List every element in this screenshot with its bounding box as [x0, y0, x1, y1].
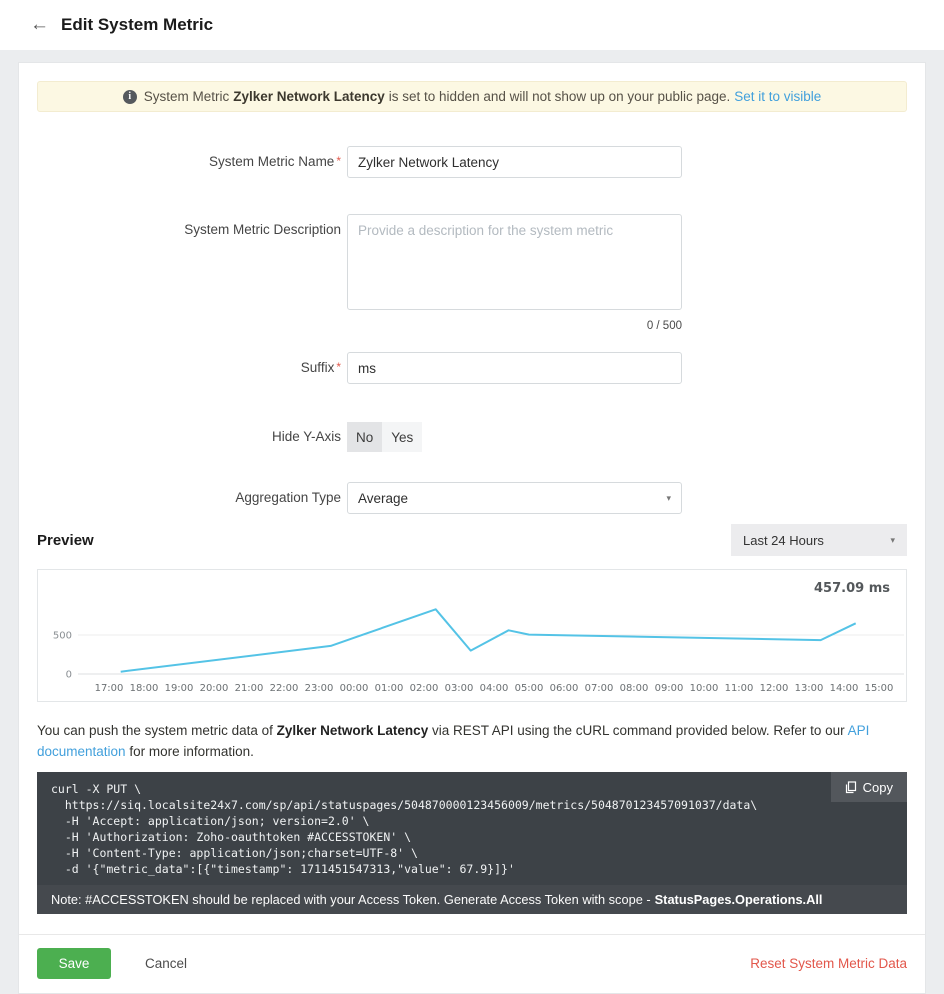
set-visible-link[interactable]: Set it to visible	[734, 89, 821, 104]
hide-y-axis-toggle: No Yes	[347, 422, 422, 452]
hide-y-axis-label: Hide Y-Axis	[37, 422, 341, 444]
metric-description-textarea[interactable]	[347, 214, 682, 310]
svg-text:08:00: 08:00	[620, 683, 649, 694]
svg-text:11:00: 11:00	[725, 683, 754, 694]
svg-text:19:00: 19:00	[165, 683, 194, 694]
metric-description-label: System Metric Description	[37, 214, 341, 237]
svg-text:04:00: 04:00	[480, 683, 509, 694]
curl-line: https://siq.localsite24x7.com/sp/api/sta…	[51, 797, 893, 813]
time-range-select[interactable]: Last 24 Hours ▾	[731, 524, 907, 556]
aggregation-type-select[interactable]: Average ▾	[347, 482, 682, 514]
svg-text:10:00: 10:00	[690, 683, 719, 694]
save-button[interactable]: Save	[37, 948, 111, 979]
preview-title: Preview	[37, 532, 94, 549]
svg-text:07:00: 07:00	[585, 683, 614, 694]
hide-y-axis-option-no[interactable]: No	[347, 422, 382, 452]
banner-metric-name: Zylker Network Latency	[233, 89, 385, 104]
svg-text:14:00: 14:00	[830, 683, 859, 694]
svg-text:17:00: 17:00	[95, 683, 124, 694]
suffix-input[interactable]	[347, 352, 682, 384]
suffix-row: Suffix*	[37, 352, 907, 384]
footer-actions: Save Cancel Reset System Metric Data	[19, 934, 925, 993]
hidden-status-banner: i System Metric Zylker Network Latency i…	[37, 81, 907, 112]
access-token-note: Note: #ACCESSTOKEN should be replaced wi…	[37, 885, 907, 914]
metric-description-row: System Metric Description 0 / 500	[37, 214, 907, 332]
suffix-label: Suffix*	[37, 352, 341, 375]
curl-code-block: Copy curl -X PUT \ https://siq.localsite…	[37, 772, 907, 885]
required-asterisk: *	[336, 360, 341, 374]
svg-text:03:00: 03:00	[445, 683, 474, 694]
svg-text:06:00: 06:00	[550, 683, 579, 694]
copy-icon	[845, 781, 857, 794]
copy-label: Copy	[863, 780, 893, 795]
curl-line: -H 'Authorization: Zoho-oauthtoken #ACCE…	[51, 829, 893, 845]
metric-name-row: System Metric Name*	[37, 146, 907, 178]
svg-text:20:00: 20:00	[200, 683, 229, 694]
edit-metric-card: i System Metric Zylker Network Latency i…	[18, 62, 926, 994]
aggregation-type-label: Aggregation Type	[37, 482, 341, 505]
svg-text:18:00: 18:00	[130, 683, 159, 694]
hide-y-axis-option-yes[interactable]: Yes	[382, 422, 422, 452]
banner-text-after: is set to hidden and will not show up on…	[389, 89, 730, 104]
char-counter: 0 / 500	[347, 320, 682, 332]
metric-name-input[interactable]	[347, 146, 682, 178]
preview-header: Preview Last 24 Hours ▾	[37, 524, 907, 556]
curl-line: -H 'Content-Type: application/json;chars…	[51, 845, 893, 861]
aggregation-type-row: Aggregation Type Average ▾	[37, 482, 907, 514]
svg-text:05:00: 05:00	[515, 683, 544, 694]
svg-text:12:00: 12:00	[760, 683, 789, 694]
svg-text:09:00: 09:00	[655, 683, 684, 694]
svg-text:500: 500	[53, 631, 72, 642]
chevron-down-icon: ▾	[666, 493, 671, 504]
svg-text:01:00: 01:00	[375, 683, 404, 694]
chart-current-value: 457.09 ms	[814, 581, 890, 596]
time-range-selected-value: Last 24 Hours	[743, 533, 824, 548]
banner-text-before: System Metric	[144, 89, 230, 104]
back-arrow-icon[interactable]: ←	[30, 14, 49, 36]
aggregation-selected-value: Average	[358, 491, 408, 506]
scope-name: StatusPages.Operations.All	[655, 892, 823, 907]
preview-chart: 457.09 ms 0 500 17:00 18:00 19:00 20:00 21:00 2…	[37, 569, 907, 702]
page-title: Edit System Metric	[61, 15, 213, 35]
svg-text:02:00: 02:00	[410, 683, 439, 694]
svg-text:0: 0	[66, 670, 72, 681]
top-header: ← Edit System Metric	[0, 0, 944, 50]
curl-line: curl -X PUT \	[51, 781, 893, 797]
copy-button[interactable]: Copy	[831, 772, 907, 802]
svg-text:23:00: 23:00	[305, 683, 334, 694]
svg-text:00:00: 00:00	[340, 683, 369, 694]
svg-text:21:00: 21:00	[235, 683, 264, 694]
curl-line: -H 'Accept: application/json; version=2.…	[51, 813, 893, 829]
svg-text:15:00: 15:00	[865, 683, 894, 694]
cancel-button[interactable]: Cancel	[145, 956, 187, 971]
preview-chart-svg: 0 500 17:00 18:00 19:00 20:00 21:00 22:00 23:00 0…	[38, 570, 908, 701]
api-instructions: You can push the system metric data of Z…	[37, 720, 907, 762]
api-metric-name: Zylker Network Latency	[277, 723, 429, 738]
hide-y-axis-row: Hide Y-Axis No Yes	[37, 422, 907, 452]
curl-line: -d '{"metric_data":[{"timestamp": 171145…	[51, 861, 893, 877]
svg-text:13:00: 13:00	[795, 683, 824, 694]
info-icon: i	[123, 90, 137, 104]
svg-text:22:00: 22:00	[270, 683, 299, 694]
metric-name-label: System Metric Name*	[37, 146, 341, 169]
required-asterisk: *	[336, 154, 341, 168]
reset-metric-data-link[interactable]: Reset System Metric Data	[750, 956, 907, 971]
chevron-down-icon: ▾	[890, 535, 895, 546]
